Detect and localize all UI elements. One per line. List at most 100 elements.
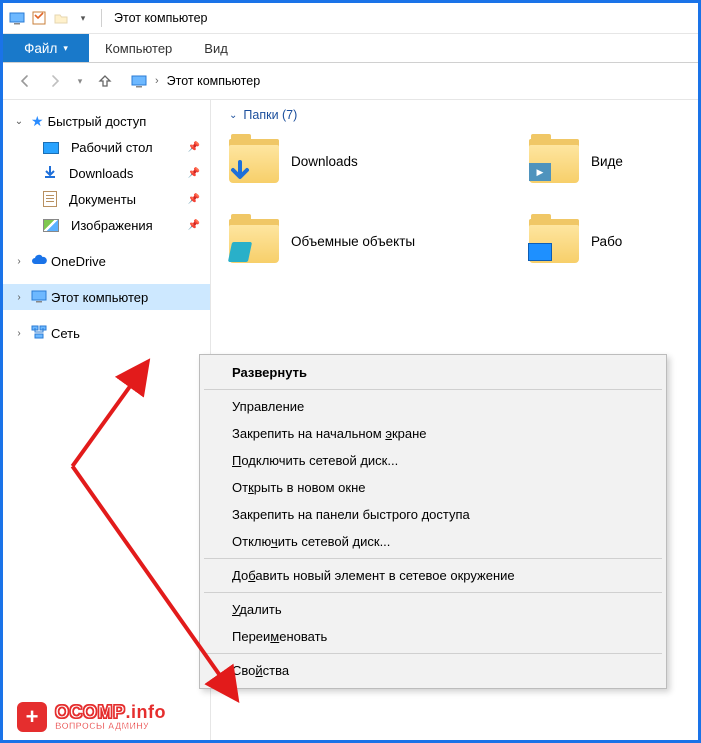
qat-properties-icon[interactable]: [31, 10, 47, 26]
pin-icon: 📌: [188, 168, 200, 179]
sidebar-tree: ⌄ ★ Быстрый доступ Рабочий стол 📌 Downlo…: [3, 100, 211, 743]
watermark-line2: ВОПРОСЫ АДМИНУ: [55, 722, 166, 731]
watermark-line1: OCOMP.info: [55, 703, 166, 721]
folder-label: Объемные объекты: [291, 234, 415, 249]
cm-label: рыть в новом окне: [254, 480, 366, 495]
cm-label: От: [232, 480, 248, 495]
cm-label: кране: [392, 426, 427, 441]
document-icon: [43, 191, 57, 207]
pin-icon: 📌: [188, 194, 200, 205]
sidebar-item-label: Рабочий стол: [71, 140, 153, 155]
cube-icon: [227, 239, 253, 265]
sidebar-item-pictures[interactable]: Изображения 📌: [3, 212, 210, 238]
folder-icon: ▶: [529, 139, 579, 183]
address-bar[interactable]: › Этот компьютер: [123, 68, 688, 94]
sidebar-item-label: Изображения: [71, 218, 153, 233]
chevron-right-icon: ›: [11, 328, 27, 339]
star-icon: ★: [31, 113, 44, 130]
network-icon: [31, 325, 47, 342]
group-header-label: Папки (7): [243, 108, 297, 122]
back-button[interactable]: [13, 69, 37, 93]
chevron-down-icon: ▾: [63, 43, 68, 54]
cm-label: ства: [263, 663, 289, 678]
cm-open-new-window[interactable]: Открыть в новом окне: [202, 474, 664, 501]
sidebar-item-label: Сеть: [51, 326, 80, 341]
cm-properties[interactable]: Свойства: [202, 657, 664, 684]
app-icon: [9, 10, 25, 26]
folder-videos[interactable]: ▶ Виде: [529, 132, 694, 190]
watermark-badge: + OCOMP.info ВОПРОСЫ АДМИНУ: [17, 702, 166, 732]
desktop-icon: [527, 239, 553, 265]
cm-label: ить сетевой диск...: [278, 534, 391, 549]
cm-label: авить новый элемент в сетевое окружение: [255, 568, 514, 583]
image-icon: [43, 219, 59, 232]
cm-label: далить: [239, 602, 281, 617]
cm-pin-start[interactable]: Закрепить на начальном экране: [202, 420, 664, 447]
sidebar-item-label: Этот компьютер: [51, 290, 148, 305]
sidebar-item-documents[interactable]: Документы 📌: [3, 186, 210, 212]
qat-dropdown-icon[interactable]: ▾: [75, 10, 91, 26]
cm-rename[interactable]: Переименовать: [202, 623, 664, 650]
sidebar-item-quick-access[interactable]: ⌄ ★ Быстрый доступ: [3, 108, 210, 134]
download-icon: [43, 165, 57, 182]
pc-icon: [31, 288, 47, 307]
forward-button[interactable]: [43, 69, 67, 93]
nav-bar: ▾ › Этот компьютер: [3, 63, 698, 100]
watermark-plus-icon: +: [17, 702, 47, 732]
folder-icon: [229, 139, 279, 183]
cm-accel: й: [255, 663, 262, 678]
sidebar-item-this-pc[interactable]: › Этот компьютер: [3, 284, 210, 310]
cm-accel: П: [232, 453, 241, 468]
chevron-down-icon: ⌄: [11, 116, 27, 127]
folder-downloads[interactable]: Downloads: [229, 132, 529, 190]
qat-newfolder-icon[interactable]: [53, 10, 69, 26]
cm-disconnect-drive[interactable]: Отключить сетевой диск...: [202, 528, 664, 555]
tab-file-label: Файл: [24, 41, 57, 56]
pin-icon: 📌: [188, 220, 200, 231]
tab-computer[interactable]: Компьютер: [89, 34, 188, 62]
sidebar-item-network[interactable]: › Сеть: [3, 320, 210, 346]
separator: [204, 558, 662, 559]
sidebar-item-label: Downloads: [69, 166, 133, 181]
cm-label: Сво: [232, 663, 255, 678]
folder-label: Виде: [591, 154, 623, 169]
window-title: Этот компьютер: [112, 11, 207, 25]
sidebar-item-label: OneDrive: [51, 254, 106, 269]
sidebar-item-label: Быстрый доступ: [48, 114, 147, 129]
folder-label: Downloads: [291, 154, 358, 169]
tab-file[interactable]: Файл ▾: [3, 34, 89, 62]
chevron-right-icon: ›: [11, 292, 27, 303]
sidebar-item-downloads[interactable]: Downloads 📌: [3, 160, 210, 186]
group-header-folders[interactable]: ⌄ Папки (7): [229, 108, 694, 122]
cm-expand[interactable]: Развернуть: [202, 359, 664, 386]
titlebar: ▾ Этот компьютер: [3, 3, 698, 34]
sidebar-item-desktop[interactable]: Рабочий стол 📌: [3, 134, 210, 160]
cm-delete[interactable]: Удалить: [202, 596, 664, 623]
desktop-icon: [43, 142, 59, 154]
ribbon-tabs: Файл ▾ Компьютер Вид: [3, 34, 698, 63]
cm-accel: м: [270, 629, 279, 644]
download-arrow-icon: [227, 159, 253, 185]
pc-icon: [131, 73, 147, 89]
sidebar-item-label: Документы: [69, 192, 136, 207]
up-button[interactable]: [93, 69, 117, 93]
separator: [204, 592, 662, 593]
cm-map-drive[interactable]: Подключить сетевой диск...: [202, 447, 664, 474]
recent-dropdown[interactable]: ▾: [73, 69, 87, 93]
folder-icon: [529, 219, 579, 263]
folder-grid: Downloads ▶ Виде Объемные объекты: [229, 132, 694, 270]
breadcrumb-location: Этот компьютер: [167, 74, 260, 88]
quick-access-toolbar: ▾: [9, 10, 91, 26]
video-icon: ▶: [527, 159, 553, 185]
cm-pin-quick-access[interactable]: Закрепить на панели быстрого доступа: [202, 501, 664, 528]
folder-label: Рабо: [591, 234, 622, 249]
folder-3d-objects[interactable]: Объемные объекты: [229, 212, 529, 270]
separator: [204, 653, 662, 654]
folder-desktop[interactable]: Рабо: [529, 212, 694, 270]
sidebar-item-onedrive[interactable]: › OneDrive: [3, 248, 210, 274]
chevron-down-icon: ⌄: [229, 110, 237, 121]
cm-add-network-location[interactable]: Добавить новый элемент в сетевое окружен…: [202, 562, 664, 589]
chevron-right-icon: ›: [153, 75, 161, 87]
cm-manage[interactable]: Управление: [202, 393, 664, 420]
tab-view[interactable]: Вид: [188, 34, 244, 62]
